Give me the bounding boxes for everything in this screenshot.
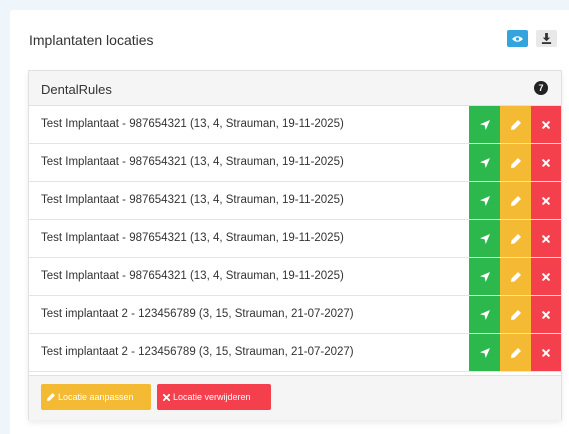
locate-button[interactable]	[469, 106, 500, 143]
pencil-icon	[510, 157, 521, 168]
pencil-icon	[510, 271, 521, 282]
edit-location-button[interactable]: Locatie aanpassen	[41, 384, 151, 410]
delete-button[interactable]	[531, 106, 561, 143]
locate-button[interactable]	[469, 182, 500, 219]
delete-location-button[interactable]: Locatie verwijderen	[157, 384, 271, 410]
pencil-icon	[510, 347, 521, 358]
pencil-icon	[510, 119, 521, 130]
implant-label: Test implantaat 2 - 123456789 (3, 15, St…	[41, 308, 354, 320]
edit-button[interactable]	[500, 182, 531, 219]
close-icon	[542, 272, 550, 281]
edit-location-label: Locatie aanpassen	[58, 392, 134, 402]
list-item: Test Implantaat - 987654321 (13, 4, Stra…	[29, 106, 561, 144]
delete-button[interactable]	[531, 220, 561, 257]
location-arrow-icon	[479, 233, 490, 244]
pencil-icon	[47, 393, 55, 401]
panel-header: DentalRules 7	[29, 71, 561, 106]
delete-button[interactable]	[531, 258, 561, 295]
locate-button[interactable]	[469, 296, 500, 333]
implant-label: Test Implantaat - 987654321 (13, 4, Stra…	[41, 194, 344, 206]
delete-button[interactable]	[531, 144, 561, 181]
location-arrow-icon	[479, 309, 490, 320]
list-item: Test implantaat 2 - 123456789 (3, 15, St…	[29, 334, 561, 372]
edit-button[interactable]	[500, 220, 531, 257]
edit-button[interactable]	[500, 334, 531, 371]
implant-label: Test implantaat 2 - 123456789 (3, 15, St…	[41, 346, 354, 358]
close-icon	[542, 310, 550, 319]
implant-label: Test Implantaat - 987654321 (13, 4, Stra…	[41, 270, 344, 282]
close-icon	[542, 234, 550, 243]
implant-label: Test Implantaat - 987654321 (13, 4, Stra…	[41, 118, 344, 130]
edit-button[interactable]	[500, 296, 531, 333]
list-item: Test Implantaat - 987654321 (13, 4, Stra…	[29, 220, 561, 258]
list-item: Test Implantaat - 987654321 (13, 4, Stra…	[29, 182, 561, 220]
close-icon	[542, 120, 550, 129]
location-arrow-icon	[479, 157, 490, 168]
panel-footer: Locatie aanpassen Locatie verwijderen	[29, 375, 561, 420]
page-title: Implantaten locaties	[29, 32, 154, 48]
close-icon	[542, 196, 550, 205]
delete-button[interactable]	[531, 182, 561, 219]
main-card: Implantaten locaties DentalRules 7 Test …	[10, 10, 569, 434]
edit-button[interactable]	[500, 258, 531, 295]
location-arrow-icon	[479, 119, 490, 130]
dentalrules-panel: DentalRules 7 Test Implantaat - 98765432…	[28, 70, 562, 420]
close-icon	[542, 158, 550, 167]
pencil-icon	[510, 233, 521, 244]
eye-icon	[512, 35, 523, 42]
location-arrow-icon	[479, 271, 490, 282]
locate-button[interactable]	[469, 144, 500, 181]
close-icon	[163, 393, 170, 401]
count-badge: 7	[534, 81, 548, 95]
implant-label: Test Implantaat - 987654321 (13, 4, Stra…	[41, 232, 344, 244]
delete-location-label: Locatie verwijderen	[173, 392, 251, 402]
edit-button[interactable]	[500, 144, 531, 181]
list-item: Test implantaat 2 - 123456789 (3, 15, St…	[29, 296, 561, 334]
locate-button[interactable]	[469, 220, 500, 257]
download-button[interactable]	[536, 30, 557, 47]
panel-title: DentalRules	[41, 82, 112, 97]
list-item: Test Implantaat - 987654321 (13, 4, Stra…	[29, 144, 561, 182]
delete-button[interactable]	[531, 296, 561, 333]
implant-label: Test Implantaat - 987654321 (13, 4, Stra…	[41, 156, 344, 168]
download-icon	[541, 33, 552, 44]
locate-button[interactable]	[469, 258, 500, 295]
locate-button[interactable]	[469, 334, 500, 371]
pencil-icon	[510, 309, 521, 320]
close-icon	[542, 348, 550, 357]
view-button[interactable]	[507, 30, 528, 47]
edit-button[interactable]	[500, 106, 531, 143]
location-arrow-icon	[479, 347, 490, 358]
pencil-icon	[510, 195, 521, 206]
list-item: Test Implantaat - 987654321 (13, 4, Stra…	[29, 258, 561, 296]
delete-button[interactable]	[531, 334, 561, 371]
location-arrow-icon	[479, 195, 490, 206]
